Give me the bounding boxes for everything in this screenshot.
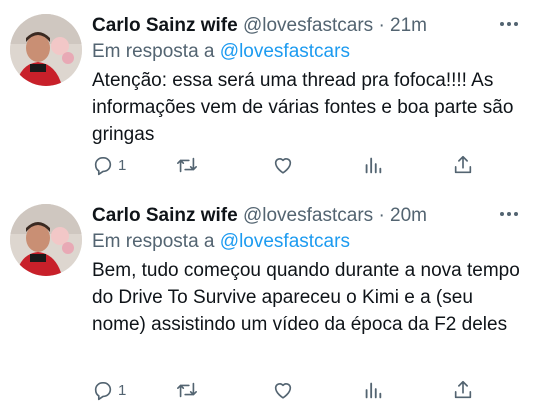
reply-context: Em resposta a @lovesfastcars	[92, 230, 350, 254]
retweet-icon	[177, 157, 197, 173]
tweet-actions: 1	[92, 376, 492, 404]
author-name[interactable]: Carlo Sainz wife	[92, 205, 238, 226]
like-button[interactable]	[272, 151, 294, 179]
more-icon[interactable]	[496, 202, 522, 226]
avatar-image	[10, 204, 82, 276]
heart-icon	[274, 158, 292, 174]
analytics-button[interactable]	[362, 151, 384, 179]
retweet-icon	[177, 382, 197, 398]
reply-count: 1	[118, 381, 127, 399]
tweet-header: Carlo Sainz wife @lovesfastcars · 20m	[92, 204, 427, 228]
tweet-header: Carlo Sainz wife @lovesfastcars · 21m	[92, 14, 427, 38]
analytics-button[interactable]	[362, 376, 384, 404]
analytics-icon	[365, 382, 382, 399]
retweet-button[interactable]	[176, 151, 198, 179]
comment-icon	[94, 157, 112, 176]
retweet-button[interactable]	[176, 376, 198, 404]
separator: ·	[378, 205, 385, 226]
reply-prefix: Em resposta a	[92, 41, 215, 62]
timestamp[interactable]: 20m	[390, 205, 427, 226]
reply-button[interactable]: 1	[92, 151, 126, 179]
avatar[interactable]	[10, 204, 82, 276]
comment-icon	[94, 382, 112, 401]
more-icon[interactable]	[496, 12, 522, 36]
reply-mention[interactable]: @lovesfastcars	[220, 231, 350, 252]
analytics-icon	[365, 157, 382, 174]
timestamp[interactable]: 21m	[390, 15, 427, 36]
author-handle[interactable]: @lovesfastcars	[243, 15, 373, 36]
share-icon	[454, 155, 472, 174]
author-name[interactable]: Carlo Sainz wife	[92, 15, 238, 36]
share-button[interactable]	[452, 151, 474, 179]
separator: ·	[378, 15, 385, 36]
tweet[interactable]: Carlo Sainz wife @lovesfastcars · 20m Em…	[0, 190, 540, 401]
reply-prefix: Em resposta a	[92, 231, 215, 252]
avatar[interactable]	[10, 14, 82, 86]
avatar-image	[10, 14, 82, 86]
heart-icon	[274, 383, 292, 399]
tweet-text: Bem, tudo começou quando durante a nova …	[92, 260, 520, 335]
share-icon	[454, 380, 472, 399]
reply-mention[interactable]: @lovesfastcars	[220, 41, 350, 62]
reply-button[interactable]: 1	[92, 376, 126, 404]
reply-count: 1	[118, 156, 127, 174]
like-button[interactable]	[272, 376, 294, 404]
share-button[interactable]	[452, 376, 474, 404]
reply-context: Em resposta a @lovesfastcars	[92, 40, 350, 64]
tweet-actions: 1	[92, 151, 492, 179]
tweet[interactable]: Carlo Sainz wife @lovesfastcars · 21m Em…	[0, 0, 540, 195]
author-handle[interactable]: @lovesfastcars	[243, 205, 373, 226]
tweet-text: Atenção: essa será uma thread pra fofoca…	[92, 70, 514, 145]
